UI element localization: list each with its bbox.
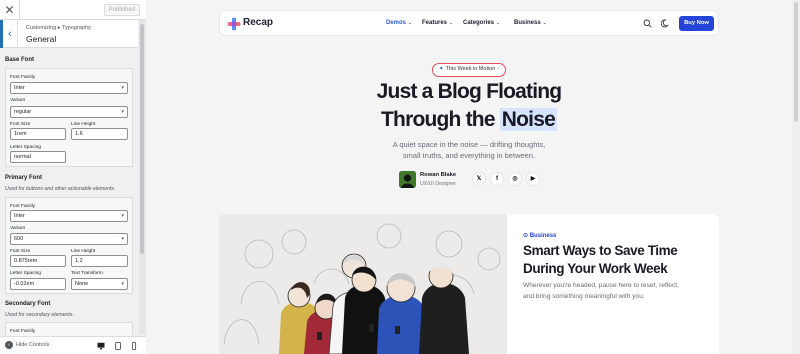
base-font-group: Font Family Inter Variant regular Font S… xyxy=(5,68,133,167)
base-line-height-input[interactable]: 1.6 xyxy=(71,128,128,140)
primary-line-height-input[interactable]: 1.2 xyxy=(71,255,128,267)
hide-controls-button[interactable]: Hide Controls xyxy=(16,342,49,348)
chevron-down-icon: ⌄ xyxy=(408,20,412,25)
primary-font-description: Used for buttons and other actionable el… xyxy=(5,186,116,192)
secondary-font-description: Used for secondary elements. xyxy=(5,312,74,318)
hero-subtitle-line2: small truths, and everything in between. xyxy=(402,151,536,160)
text-transform-select[interactable]: None xyxy=(71,278,128,290)
secondary-font-heading: Secondary Font xyxy=(5,301,51,307)
font-family-label: Font Family xyxy=(10,329,36,334)
buy-now-button[interactable]: Buy Now xyxy=(679,16,714,31)
desktop-icon[interactable] xyxy=(97,342,105,350)
sparkle-icon: ✦ xyxy=(438,66,444,72)
font-family-label: Font Family xyxy=(10,204,36,209)
nav-label: Demos xyxy=(386,20,407,26)
chevron-right-icon: › xyxy=(497,66,499,72)
section-header: ‹ Customizing ▸ Typography General xyxy=(0,20,138,48)
hero-title-line2: Through the Noise xyxy=(319,108,619,132)
hero-highlight: Noise xyxy=(499,108,557,131)
nav-label: Business xyxy=(514,20,541,26)
author-avatar[interactable] xyxy=(399,171,416,188)
text-transform-label: Text Transform xyxy=(71,271,103,276)
pill-label: This Week in Motion xyxy=(445,66,496,72)
x-icon[interactable]: 𝕏 xyxy=(472,172,486,186)
site-header: Recap Demos ⌄ Features ⌄ Categories ⌄ Busin… xyxy=(219,10,719,36)
post-excerpt-line1: Wherever you're headed, pause here to re… xyxy=(523,282,679,289)
back-chevron-icon[interactable]: ‹ xyxy=(0,20,18,48)
primary-font-family-select[interactable]: Inter xyxy=(10,210,128,222)
variant-label: Variant xyxy=(10,226,25,231)
nav-label: Features xyxy=(422,20,448,26)
primary-variant-select[interactable]: 600 xyxy=(10,233,128,245)
mobile-icon[interactable] xyxy=(130,342,138,350)
nav-demos[interactable]: Demos ⌄ xyxy=(386,20,412,26)
author-name[interactable]: Rowan Blake xyxy=(420,172,456,178)
post-title-line2[interactable]: During Your Work Week xyxy=(523,261,668,276)
avatar-portrait-icon xyxy=(399,171,416,188)
scrollbar-thumb[interactable] xyxy=(794,2,798,122)
chevron-down-icon: ⌄ xyxy=(449,20,453,25)
font-size-label: Font Size xyxy=(10,122,31,127)
customizer-footer: ‹ Hide Controls xyxy=(0,336,146,354)
breadcrumb: Customizing ▸ Typography xyxy=(26,25,91,31)
letter-spacing-label: Letter Spacing xyxy=(10,271,41,276)
variant-label: Variant xyxy=(10,98,25,103)
nav-business[interactable]: Business ⌄ xyxy=(514,20,546,26)
sidebar-scrollbar[interactable] xyxy=(139,20,146,334)
primary-font-size-input[interactable]: 0.875rem xyxy=(10,255,66,267)
base-font-family-select[interactable]: Inter xyxy=(10,82,128,94)
hero-title-line1: Just a Blog Floating xyxy=(376,80,562,103)
chevron-down-icon: ⌄ xyxy=(542,20,547,25)
secondary-font-group: Font Family xyxy=(5,322,133,336)
featured-image[interactable] xyxy=(219,214,507,354)
font-family-label: Font Family xyxy=(10,75,36,80)
post-title-line1[interactable]: Smart Ways to Save Time xyxy=(523,243,678,258)
site-preview: Recap Demos ⌄ Features ⌄ Categories ⌄ Busin… xyxy=(146,0,800,354)
hero-subtitle-line1: A quiet space in the noise — drifting th… xyxy=(392,140,546,149)
category-tag[interactable]: ⊙ Business xyxy=(523,232,556,239)
scrollbar-thumb[interactable] xyxy=(140,24,144,254)
letter-spacing-label: Letter Spacing xyxy=(10,145,41,150)
primary-letter-spacing-input[interactable]: -0.02em xyxy=(10,278,66,290)
publish-button[interactable]: Published xyxy=(103,4,140,16)
primary-font-group: Font Family Inter Variant 600 Font Size … xyxy=(5,197,133,294)
tablet-icon[interactable] xyxy=(114,342,122,350)
close-icon[interactable]: ✕ xyxy=(0,0,20,20)
instagram-icon[interactable]: ◎ xyxy=(508,172,522,186)
nav-categories[interactable]: Categories ⌄ xyxy=(463,20,500,26)
section-title: General xyxy=(26,34,57,44)
font-size-label: Font Size xyxy=(10,249,31,254)
nav-features[interactable]: Features ⌄ xyxy=(422,20,453,26)
base-variant-select[interactable]: regular xyxy=(10,106,128,118)
category-icon: ⊙ xyxy=(523,233,530,239)
moon-icon[interactable] xyxy=(661,19,670,28)
author-role: UX/UI Designer xyxy=(420,181,457,187)
chevron-down-icon: ⌄ xyxy=(496,20,500,25)
site-logo[interactable]: Recap xyxy=(243,17,273,28)
youtube-icon[interactable]: ▶ xyxy=(526,172,540,186)
logo-icon[interactable] xyxy=(227,17,241,31)
facebook-icon[interactable]: f xyxy=(490,172,504,186)
primary-font-heading: Primary Font xyxy=(5,175,43,181)
crowd-illustration-icon xyxy=(219,214,507,354)
search-icon[interactable] xyxy=(643,19,652,28)
customizer-topbar: ✕ Published xyxy=(0,0,146,20)
line-height-label: Line Height xyxy=(71,122,96,127)
hero-title-prefix: Through the xyxy=(381,108,495,131)
base-font-heading: Base Font xyxy=(5,57,35,63)
nav-label: Categories xyxy=(463,20,495,26)
featured-pill[interactable]: ✦ This Week in Motion › xyxy=(432,63,506,77)
base-font-size-input[interactable]: 1rem xyxy=(10,128,66,140)
post-excerpt-line2: and bring something meaningful with you. xyxy=(523,293,645,300)
line-height-label: Line Height xyxy=(71,249,96,254)
preview-scrollbar[interactable] xyxy=(792,0,800,354)
hide-controls-icon[interactable]: ‹ xyxy=(5,341,13,349)
featured-post-card[interactable]: ⊙ Business Smart Ways to Save Time Durin… xyxy=(507,214,719,354)
base-letter-spacing-input[interactable]: normal xyxy=(10,151,66,163)
customizer-sidebar: ✕ Published ‹ Customizing ▸ Typography G… xyxy=(0,0,146,354)
category-label: Business xyxy=(529,233,557,239)
